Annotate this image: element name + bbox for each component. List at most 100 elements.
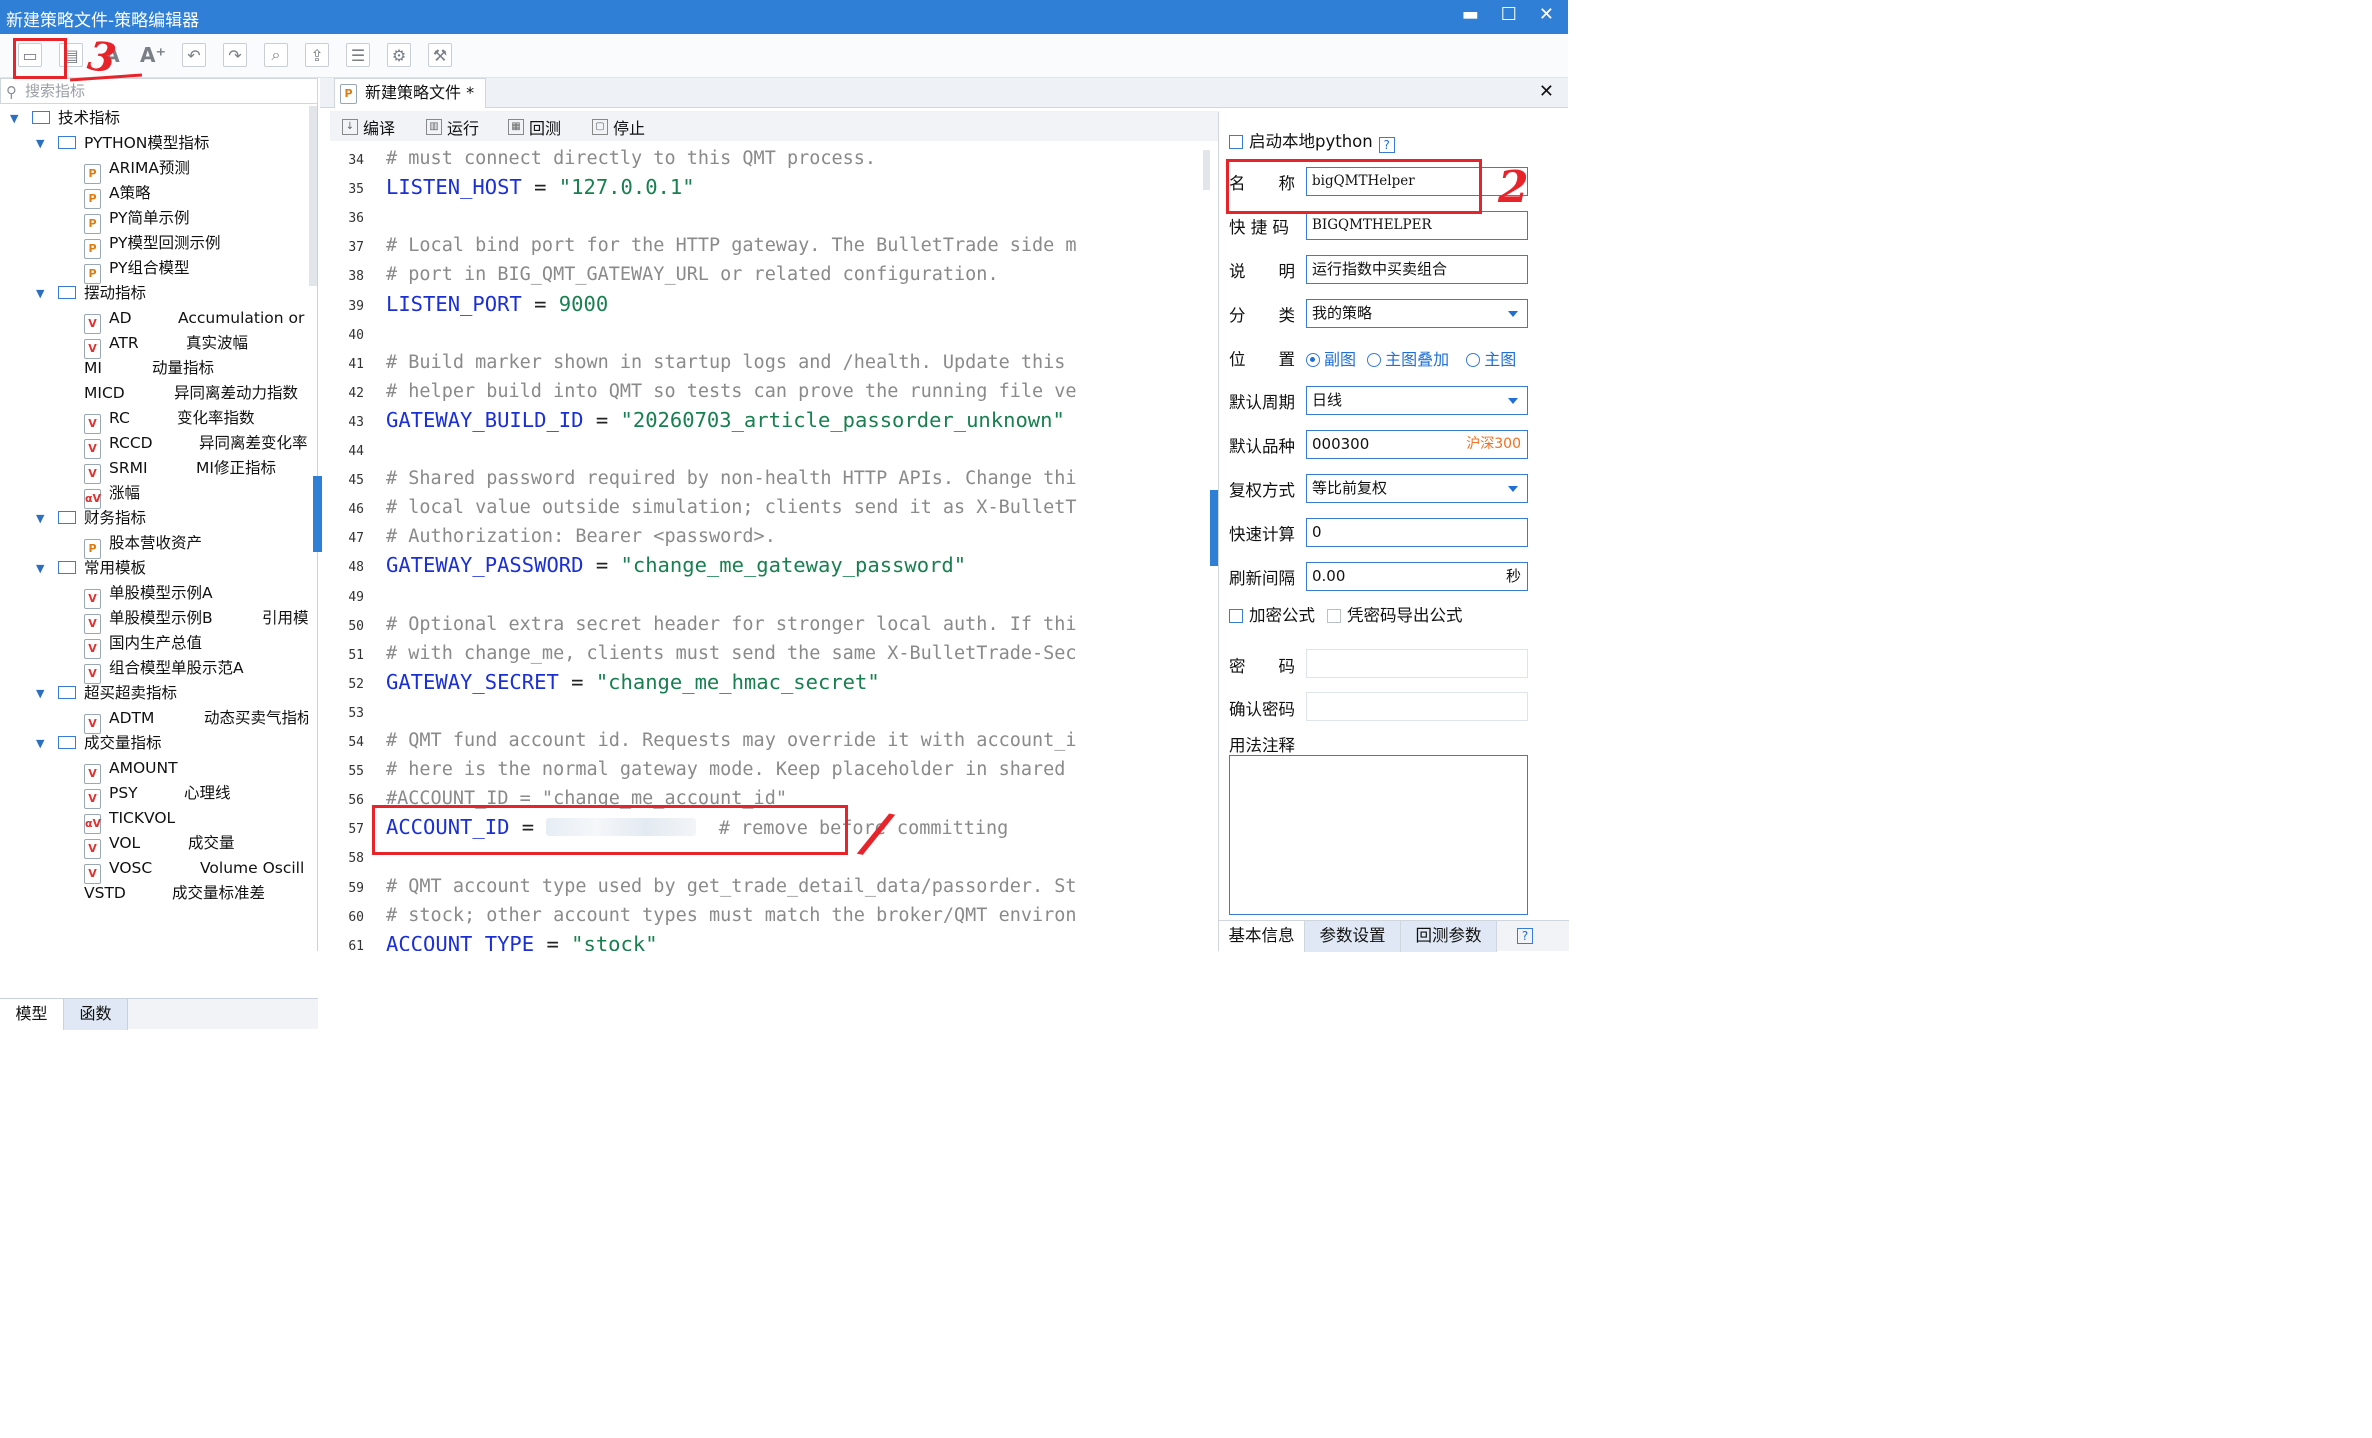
code-line[interactable]: 35 LISTEN_HOST = "127.0.0.1" — [330, 173, 1212, 202]
tree-item[interactable]: P 股本营收资产 — [84, 531, 202, 559]
expand-arrow-icon[interactable]: ▼ — [36, 506, 44, 531]
expand-arrow-icon[interactable]: ▼ — [36, 281, 44, 306]
tree-item[interactable]: V RCCD 异同离差变化率 — [84, 431, 308, 459]
encrypt-checkbox[interactable] — [1229, 609, 1243, 623]
tree-item[interactable]: V 单股模型示例A — [84, 581, 213, 609]
code-line[interactable]: 37 # Local bind port for the HTTP gateway… — [330, 231, 1212, 260]
find-icon[interactable]: ⌕ — [264, 43, 288, 67]
tree-item[interactable]: MI 动量指标 — [84, 356, 308, 381]
confirm-password-field[interactable] — [1306, 692, 1528, 721]
stop-button[interactable]: ▢ 停止 — [592, 115, 645, 139]
encrypt-option[interactable]: 加密公式 — [1229, 602, 1315, 626]
export-icon[interactable]: ⇪ — [305, 43, 329, 67]
code-line[interactable]: 36 — [330, 202, 1212, 231]
tree-item[interactable]: P PY简单示例 — [84, 206, 189, 234]
adjust-select[interactable]: 等比前复权 — [1306, 474, 1528, 503]
expand-arrow-icon[interactable]: ▼ — [36, 731, 44, 756]
tree-item[interactable]: V 单股模型示例B 引用模 — [84, 606, 308, 634]
code-line[interactable]: 60 # stock; other account types must matc… — [330, 901, 1212, 930]
notes-textarea[interactable] — [1229, 755, 1528, 915]
tree-item[interactable]: P ARIMA预测 — [84, 156, 190, 184]
tree-node-template[interactable]: ▼ 常用模板 — [36, 556, 146, 581]
tree-item[interactable]: V 组合模型单股示范A — [84, 656, 244, 684]
code-line[interactable]: 44 — [330, 435, 1212, 464]
expand-arrow-icon[interactable]: ▼ — [36, 556, 44, 581]
code-line[interactable]: 40 — [330, 319, 1212, 348]
tree-item[interactable]: αV TICKVOL — [84, 806, 175, 834]
code-line[interactable]: 51 # with change_me, clients must send th… — [330, 639, 1212, 668]
redo-icon[interactable]: ↷ — [223, 43, 247, 67]
tree-item[interactable]: V ADTM 动态买卖气指标 — [84, 706, 308, 734]
code-line[interactable]: 34 # must connect directly to this QMT pr… — [330, 144, 1212, 173]
code-line[interactable]: 41 # Build marker shown in startup logs a… — [330, 348, 1212, 377]
params-icon[interactable]: ⚒ — [428, 43, 452, 67]
code-line[interactable]: 50 # Optional extra secret header for str… — [330, 610, 1212, 639]
code-line[interactable]: 54 # QMT fund account id. Requests may ov… — [330, 726, 1212, 755]
tree-scrollbar[interactable] — [309, 106, 317, 286]
tree-item[interactable]: P A策略 — [84, 181, 151, 209]
export-checkbox[interactable] — [1327, 609, 1341, 623]
position-option-main[interactable]: 主图 — [1466, 350, 1516, 369]
description-field[interactable]: 运行指数中买卖组合 — [1306, 255, 1528, 284]
expand-arrow-icon[interactable]: ▼ — [36, 131, 44, 156]
tab-help-icon[interactable]: ? — [1517, 928, 1533, 944]
local-python-checkbox[interactable] — [1229, 135, 1243, 149]
code-line[interactable]: 47 # Authorization: Bearer <password>. — [330, 522, 1212, 551]
tree-item[interactable]: V AMOUNT — [84, 756, 178, 784]
tab-new-strategy-file[interactable]: P 新建策略文件 * — [334, 78, 486, 108]
position-option-overlay[interactable]: 主图叠加 — [1367, 350, 1449, 369]
password-field[interactable] — [1306, 649, 1528, 678]
close-button[interactable]: ✕ — [1539, 4, 1554, 25]
tree-item[interactable]: V RC 变化率指数 — [84, 406, 308, 434]
tree-item[interactable]: V VOL 成交量 — [84, 831, 308, 859]
undo-icon[interactable]: ↶ — [182, 43, 206, 67]
period-select[interactable]: 日线 — [1306, 386, 1528, 415]
shortcut-field[interactable]: BIGQMTHELPER — [1306, 211, 1528, 240]
tree-item[interactable]: VSTD 成交量标准差 — [84, 881, 308, 906]
code-line[interactable]: 49 — [330, 581, 1212, 610]
import-icon[interactable]: ☰ — [346, 43, 370, 67]
export-option[interactable]: 凭密码导出公式 — [1327, 602, 1463, 626]
tab-function[interactable]: 函数 — [64, 999, 128, 1030]
search-input[interactable]: ⚲ 搜索指标 — [0, 78, 318, 104]
compile-button[interactable]: ↓ 编译 — [342, 115, 395, 139]
quick-calc-field[interactable]: 0 — [1306, 518, 1528, 547]
tree-item[interactable]: V 国内生产总值 — [84, 631, 202, 659]
maximize-button[interactable]: ☐ — [1501, 4, 1517, 25]
tab-param-settings[interactable]: 参数设置 — [1305, 921, 1401, 952]
expand-arrow-icon[interactable]: ▼ — [36, 681, 44, 706]
tree-node-finance[interactable]: ▼ 财务指标 — [36, 506, 146, 531]
code-line[interactable]: 53 — [330, 697, 1212, 726]
tree-item[interactable]: V PSY 心理线 — [84, 781, 308, 809]
tree-item[interactable]: αV 涨幅 — [84, 481, 140, 509]
tree-node-python[interactable]: ▼ PYTHON模型指标 — [36, 131, 209, 156]
minimize-button[interactable]: ▬ — [1462, 4, 1479, 25]
code-line[interactable]: 46 # local value outside simulation; clie… — [330, 493, 1212, 522]
backtest-button[interactable]: ▦ 回测 — [508, 115, 561, 139]
tab-backtest-params[interactable]: 回测参数 — [1401, 921, 1497, 952]
tree-node-swing[interactable]: ▼ 摆动指标 — [36, 281, 146, 306]
code-line[interactable]: 48 GATEWAY_PASSWORD = "change_me_gateway_… — [330, 551, 1212, 580]
code-scrollbar[interactable] — [1203, 150, 1210, 190]
font-increase-icon[interactable]: A⁺ — [140, 43, 166, 67]
close-editor-icon[interactable]: ✕ — [1539, 81, 1554, 102]
expand-arrow-icon[interactable]: ▼ — [10, 106, 18, 131]
position-option-sub[interactable]: 副图 — [1306, 350, 1356, 369]
tree-item[interactable]: V ATR 真实波幅 — [84, 331, 308, 359]
tree-node-tech[interactable]: ▼ 技术指标 — [10, 106, 120, 131]
code-line[interactable]: 61 ACCOUNT_TYPE = "stock" — [330, 930, 1212, 951]
refresh-field[interactable]: 0.00 秒 — [1306, 562, 1528, 591]
tab-basic-info[interactable]: 基本信息 — [1219, 921, 1305, 952]
code-line[interactable]: 55 # here is the normal gateway mode. Kee… — [330, 755, 1212, 784]
category-select[interactable]: 我的策略 — [1306, 299, 1528, 328]
tree-item[interactable]: MICD 异同离差动力指数 — [84, 381, 308, 406]
code-line[interactable]: 43 GATEWAY_BUILD_ID = "20260703_article_p… — [330, 406, 1212, 435]
settings-icon[interactable]: ⚙ — [387, 43, 411, 67]
code-line[interactable]: 52 GATEWAY_SECRET = "change_me_hmac_secre… — [330, 668, 1212, 697]
tree-node-volume[interactable]: ▼ 成交量指标 — [36, 731, 162, 756]
tab-model[interactable]: 模型 — [0, 999, 64, 1030]
code-line[interactable]: 45 # Shared password required by non-heal… — [330, 464, 1212, 493]
tree-item[interactable]: V SRMI MI修正指标 — [84, 456, 308, 484]
code-line[interactable]: 39 LISTEN_PORT = 9000 — [330, 290, 1212, 319]
run-button[interactable]: ▥ 运行 — [426, 115, 479, 139]
